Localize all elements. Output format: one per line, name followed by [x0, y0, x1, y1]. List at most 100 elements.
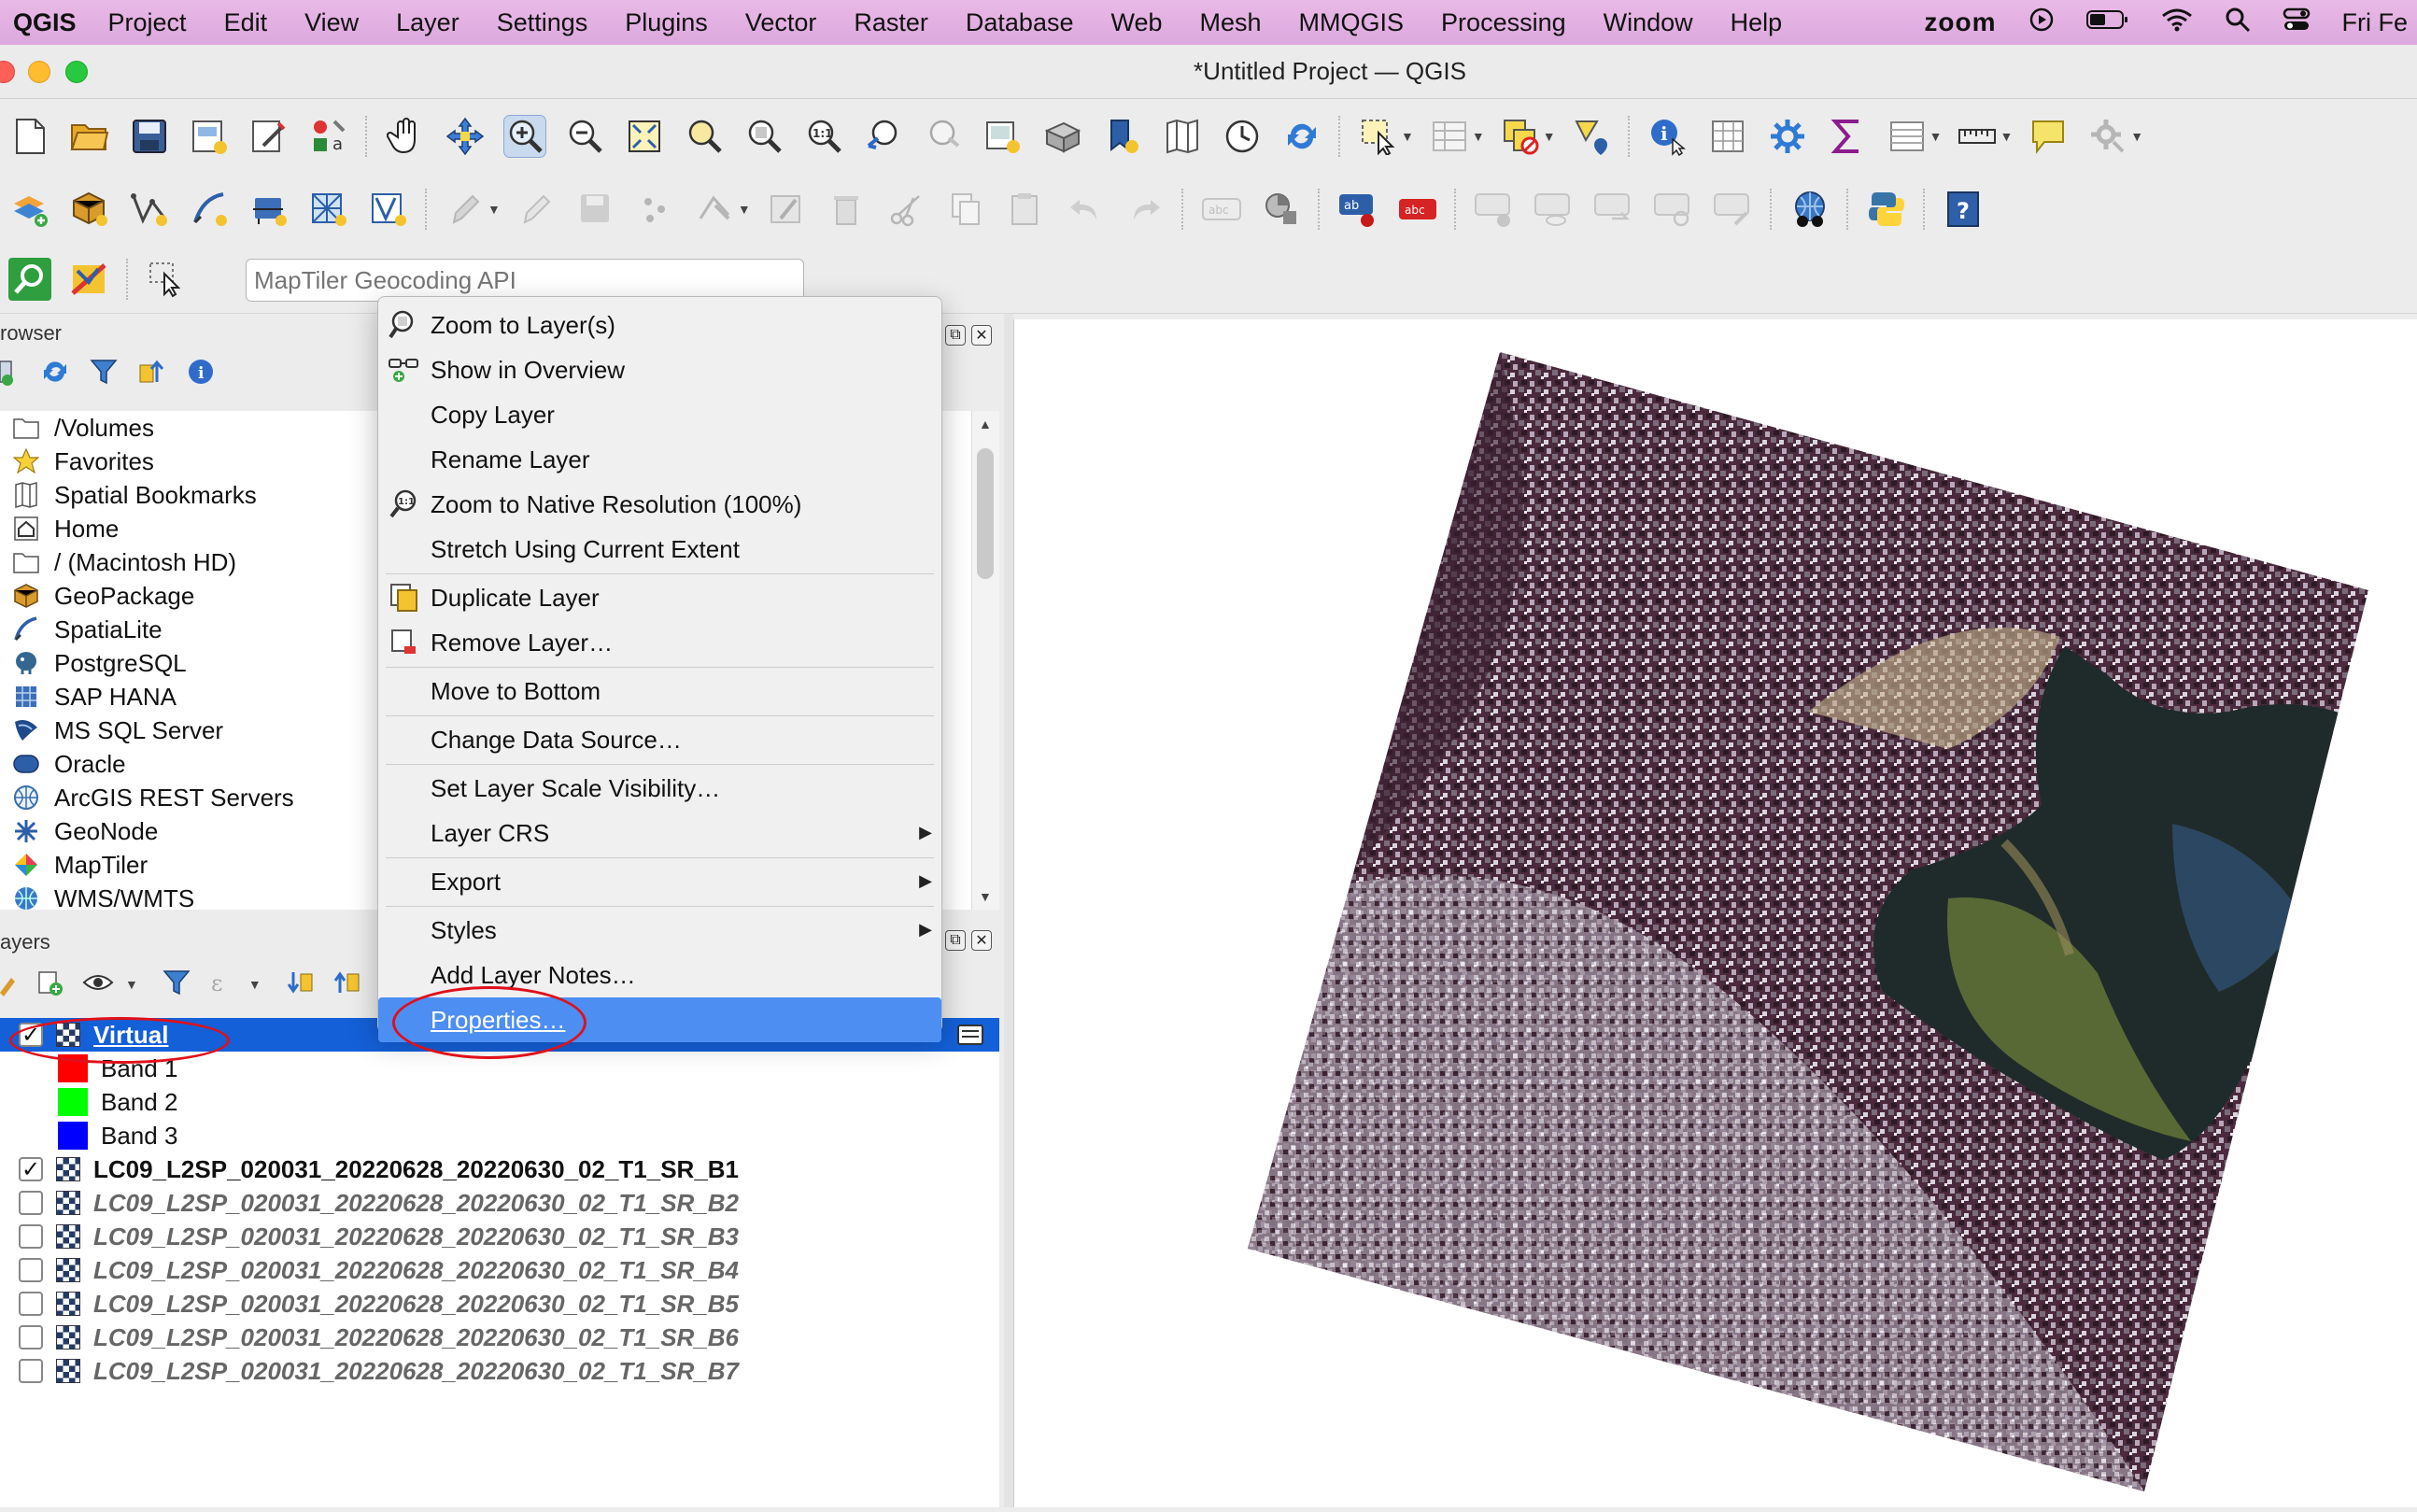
menu-edit[interactable]: Edit [205, 8, 287, 37]
menu-window[interactable]: Window [1585, 8, 1712, 37]
statistical-summary-icon[interactable] [1826, 115, 1869, 158]
menu-item-styles[interactable]: Styles ▶ [378, 908, 941, 953]
layer-row[interactable]: LC09_L2SP_020031_20220628_20220630_02_T1… [0, 1253, 999, 1287]
style-manager-icon[interactable]: a [307, 115, 350, 158]
layer-visibility-checkbox[interactable] [19, 1191, 43, 1215]
menu-item-stretch-current-extent[interactable]: Stretch Using Current Extent [378, 527, 941, 572]
add-point-feature-icon[interactable] [634, 188, 677, 231]
show-hide-labels-icon[interactable] [1473, 188, 1516, 231]
float-panel-icon[interactable]: ⧉ [945, 325, 966, 346]
new-spatial-bookmark-icon[interactable] [1101, 115, 1144, 158]
redo-icon[interactable] [1124, 188, 1166, 231]
layer-visibility-checkbox[interactable] [19, 1224, 43, 1249]
layer-row[interactable]: LC09_L2SP_020031_20220628_20220630_02_T1… [0, 1220, 999, 1253]
save-layer-edits-icon[interactable] [574, 188, 617, 231]
menu-item-set-layer-scale-visibility[interactable]: Set Layer Scale Visibility… [378, 766, 941, 811]
map-canvas[interactable] [1013, 319, 2417, 1507]
manage-map-themes-icon[interactable] [82, 970, 114, 999]
battery-icon[interactable] [2085, 8, 2129, 37]
menu-item-copy-layer[interactable]: Copy Layer [378, 392, 941, 437]
select-tool-icon[interactable] [145, 258, 188, 301]
new-temporary-layer-icon[interactable] [367, 188, 410, 231]
close-window-button[interactable] [0, 61, 15, 83]
browser-scrollbar[interactable]: ▲ ▼ [971, 411, 999, 910]
temporal-controller-icon[interactable] [1221, 115, 1264, 158]
zoom-full-icon[interactable] [623, 115, 666, 158]
pan-map-icon[interactable] [384, 115, 427, 158]
layer-row[interactable]: LC09_L2SP_020031_20220628_20220630_02_T1… [0, 1186, 999, 1220]
paste-features-icon[interactable] [1004, 188, 1047, 231]
toggle-editing-icon[interactable] [515, 188, 558, 231]
layer-row[interactable]: LC09_L2SP_020031_20220628_20220630_02_T1… [0, 1354, 999, 1388]
copy-features-icon[interactable] [944, 188, 987, 231]
scroll-down-arrow[interactable]: ▼ [979, 889, 992, 904]
collapse-all-icon[interactable] [332, 968, 360, 1001]
menu-raster[interactable]: Raster [835, 8, 947, 37]
menu-mesh[interactable]: Mesh [1181, 8, 1280, 37]
menu-clock[interactable]: Fri Fe [2342, 8, 2409, 37]
close-panel-icon[interactable]: ✕ [971, 325, 992, 346]
menu-vector[interactable]: Vector [727, 8, 836, 37]
zoom-window-button[interactable] [65, 61, 88, 83]
plugin-dropdown-arrow[interactable]: ▼ [2130, 129, 2143, 144]
new-map-view-icon[interactable] [982, 115, 1025, 158]
change-label-icon[interactable] [1652, 188, 1695, 231]
layer-visibility-checkbox[interactable]: ✓ [19, 1157, 43, 1182]
scroll-up-arrow[interactable]: ▲ [979, 417, 992, 431]
metasearch-icon[interactable] [1788, 188, 1831, 231]
layer-row[interactable]: LC09_L2SP_020031_20220628_20220630_02_T1… [0, 1287, 999, 1321]
layer-visibility-checkbox[interactable] [19, 1292, 43, 1316]
float-panel-icon[interactable]: ⧉ [945, 930, 966, 951]
undo-icon[interactable] [1064, 188, 1107, 231]
app-menu-qgis[interactable]: QGIS [13, 8, 77, 37]
raster-plugin-icon[interactable] [68, 258, 111, 301]
expand-all-icon[interactable] [286, 968, 314, 1001]
identify-features-icon[interactable]: i [1647, 115, 1689, 158]
move-label-icon[interactable] [1533, 188, 1576, 231]
expression-dropdown-arrow[interactable]: ▼ [248, 977, 261, 992]
new-3d-map-view-icon[interactable] [1041, 115, 1084, 158]
filter-expression-icon[interactable]: ε [209, 968, 237, 1001]
menu-item-remove-layer[interactable]: Remove Layer… [378, 620, 941, 665]
menu-view[interactable]: View [286, 8, 377, 37]
select-features-icon[interactable] [1357, 115, 1400, 158]
menu-mmqgis[interactable]: MMQGIS [1280, 8, 1423, 37]
layer-row[interactable]: ✓ LC09_L2SP_020031_20220628_20220630_02_T… [0, 1152, 999, 1186]
menu-processing[interactable]: Processing [1422, 8, 1585, 37]
filter-browser-icon[interactable] [90, 358, 118, 390]
zoom-last-icon[interactable] [862, 115, 905, 158]
close-panel-icon[interactable]: ✕ [971, 930, 992, 951]
deselect-dropdown-arrow[interactable]: ▼ [1543, 129, 1556, 144]
menu-item-layer-crs[interactable]: Layer CRS ▶ [378, 811, 941, 855]
label-properties-icon[interactable] [1712, 188, 1755, 231]
layer-row[interactable]: LC09_L2SP_020031_20220628_20220630_02_T1… [0, 1321, 999, 1354]
collapse-all-icon[interactable] [138, 358, 166, 390]
current-edits-icon[interactable] [444, 188, 487, 231]
vertex-dropdown-arrow[interactable]: ▼ [738, 202, 751, 217]
add-group-icon[interactable] [35, 968, 64, 1001]
select-dropdown-arrow[interactable]: ▼ [1401, 129, 1414, 144]
label-options-icon[interactable]: abc [1200, 188, 1243, 231]
select-by-location-icon[interactable] [1570, 115, 1613, 158]
new-spatialite-layer-icon[interactable] [188, 188, 231, 231]
menu-item-rename-layer[interactable]: Rename Layer [378, 437, 941, 482]
menu-help[interactable]: Help [1712, 8, 1802, 37]
zoom-native-resolution-icon[interactable]: 1:1 [802, 115, 845, 158]
edits-dropdown-arrow[interactable]: ▼ [488, 202, 501, 217]
wifi-icon[interactable] [2161, 7, 2193, 38]
properties-info-icon[interactable]: i [187, 358, 215, 390]
menu-item-move-to-bottom[interactable]: Move to Bottom [378, 669, 941, 714]
zoom-out-icon[interactable] [563, 115, 606, 158]
add-layer-icon[interactable] [0, 358, 21, 390]
map-tips-icon[interactable] [2027, 115, 2070, 158]
new-shapefile-layer-icon[interactable] [128, 188, 171, 231]
control-center-icon[interactable] [2283, 7, 2311, 39]
menu-settings[interactable]: Settings [478, 8, 607, 37]
minimize-window-button[interactable] [28, 61, 50, 83]
filter-legend-icon[interactable] [163, 968, 191, 1001]
show-spatial-bookmarks-icon[interactable] [1161, 115, 1204, 158]
menu-item-duplicate-layer[interactable]: Duplicate Layer [378, 575, 941, 620]
play-icon[interactable] [2028, 7, 2055, 39]
help-contents-icon[interactable]: ? [1942, 188, 1985, 231]
scrollbar-thumb[interactable] [977, 448, 994, 579]
